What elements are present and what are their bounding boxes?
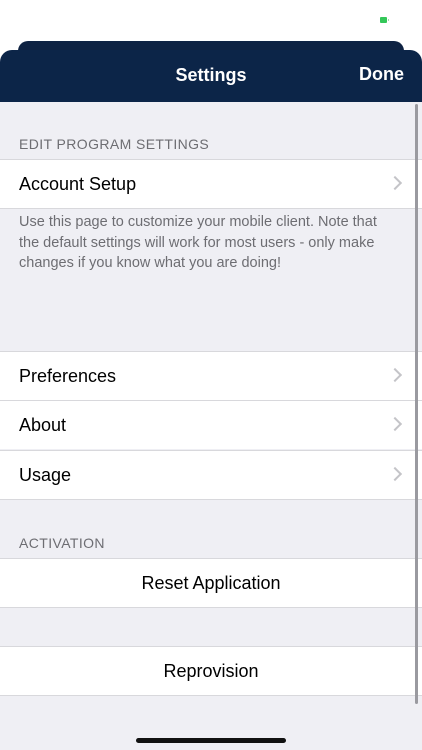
chevron-right-icon [387,466,403,482]
settings-list[interactable]: EDIT PROGRAM SETTINGS Account Setup Use … [0,102,422,750]
preferences-row[interactable]: Preferences [0,351,422,400]
reset-application-label: Reset Application [141,573,281,593]
done-button[interactable]: Done [359,64,404,85]
chevron-right-icon [387,416,403,432]
reprovision-button[interactable]: Reprovision [0,646,422,696]
section-header-program: EDIT PROGRAM SETTINGS [19,136,210,152]
usage-label: Usage [19,465,72,485]
reset-application-button[interactable]: Reset Application [0,558,422,608]
section-header-activation: ACTIVATION [19,535,105,551]
chevron-right-icon [387,175,403,191]
account-setup-row[interactable]: Account Setup [0,159,422,209]
home-indicator[interactable] [136,738,286,743]
status-bar [0,0,422,42]
usage-row[interactable]: Usage [0,450,422,500]
scrollbar[interactable] [415,104,418,704]
reprovision-label: Reprovision [163,661,259,681]
navigation-bar: Settings Done [0,50,422,102]
chevron-right-icon [387,367,403,383]
battery-icon [380,17,389,23]
section-footer-description: Use this page to customize your mobile c… [19,214,377,271]
preferences-label: Preferences [19,366,117,386]
account-setup-label: Account Setup [19,174,137,194]
about-row[interactable]: About [0,400,422,449]
about-label: About [19,415,67,435]
